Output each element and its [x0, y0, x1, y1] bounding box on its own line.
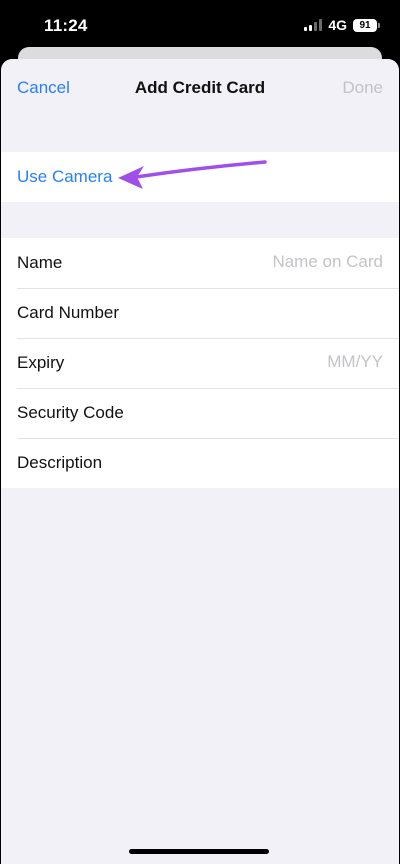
security-code-label: Security Code: [17, 403, 124, 422]
card-number-label: Card Number: [17, 303, 120, 322]
expiry-field[interactable]: [183, 352, 383, 372]
network-type: 4G: [328, 17, 347, 33]
security-code-field[interactable]: [183, 402, 383, 422]
cellular-signal-icon: [304, 19, 323, 31]
home-indicator[interactable]: [129, 849, 269, 854]
annotation-arrow-icon: [118, 160, 267, 189]
form-row-description[interactable]: Description: [1, 438, 399, 488]
battery-icon: 91: [353, 18, 380, 32]
description-field[interactable]: [183, 452, 383, 472]
status-indicators: 4G 91: [304, 17, 380, 33]
form-row-card-number[interactable]: Card Number: [1, 288, 399, 338]
description-label: Description: [17, 453, 103, 472]
battery-level: 91: [353, 18, 377, 32]
expiry-label: Expiry: [17, 353, 65, 372]
status-time: 11:24: [44, 16, 88, 35]
add-credit-card-sheet: Cancel Add Credit Card Done Use Camera N…: [1, 59, 399, 864]
form-row-expiry[interactable]: Expiry: [1, 338, 399, 388]
form-row-security-code[interactable]: Security Code: [1, 388, 399, 438]
status-bar: 11:24 4G 91: [0, 0, 400, 54]
card-form: Name Card Number Expiry Security Code De…: [1, 238, 399, 488]
card-number-field[interactable]: [183, 302, 383, 322]
